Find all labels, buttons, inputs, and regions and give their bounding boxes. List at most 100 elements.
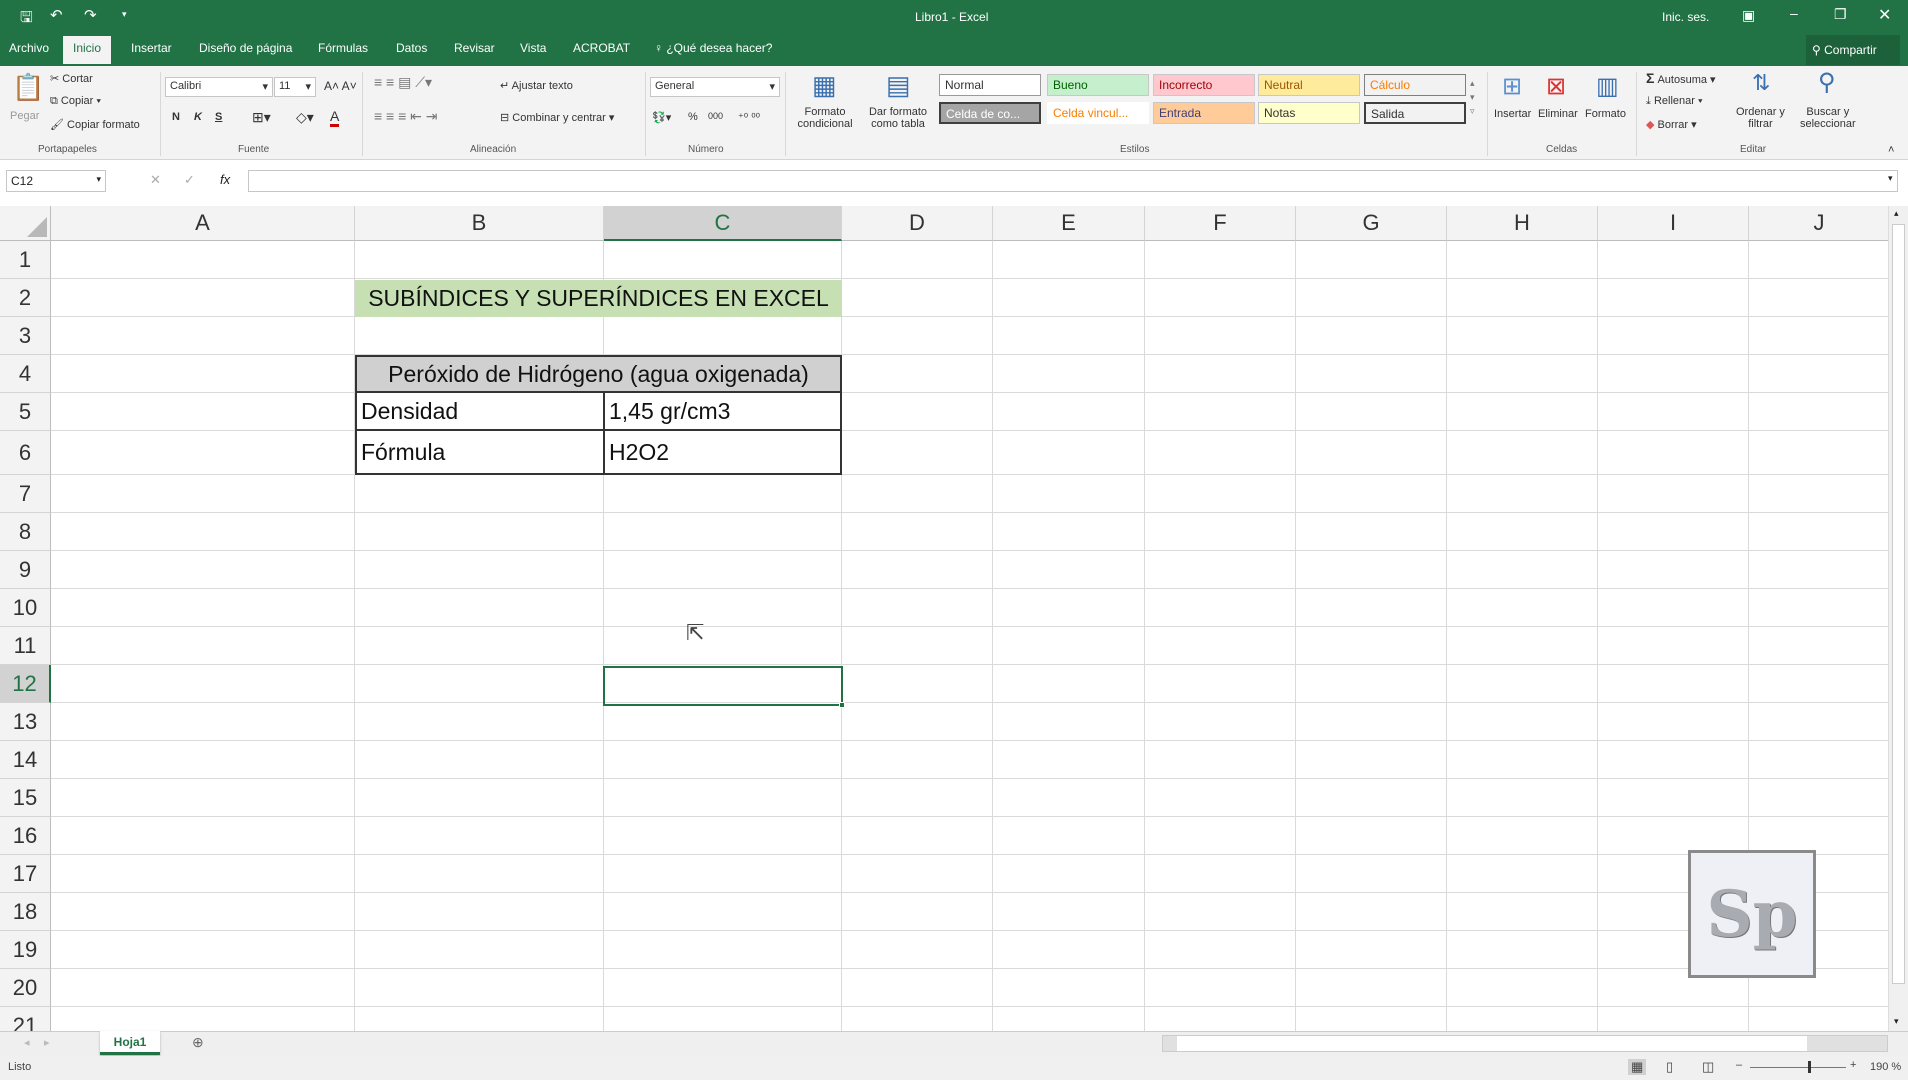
style-celda-vinculada[interactable]: Celda vincul...	[1047, 102, 1149, 124]
row-header-5[interactable]: 5	[0, 393, 51, 431]
cell-B6[interactable]: Fórmula	[355, 431, 605, 475]
select-all-button[interactable]	[0, 206, 51, 241]
horizontal-scrollbar[interactable]	[1162, 1035, 1888, 1052]
font-name-select[interactable]: Calibri ▾	[165, 77, 273, 97]
tab-inicio[interactable]: Inicio	[63, 36, 112, 64]
number-format-select[interactable]: General ▾	[650, 77, 780, 97]
zoom-in-icon[interactable]: +	[1850, 1059, 1856, 1071]
minimize-icon[interactable]: –	[1790, 5, 1798, 21]
collapse-ribbon-icon[interactable]: ˄	[1888, 144, 1894, 156]
row-header-3[interactable]: 3	[0, 317, 51, 355]
tab-vista[interactable]: Vista	[520, 41, 546, 55]
borders-icon[interactable]: ⊞▾	[252, 109, 271, 126]
tell-me-search[interactable]: ♀ ¿Qué desea hacer?	[654, 41, 772, 55]
row-header-6[interactable]: 6	[0, 431, 51, 475]
style-notas[interactable]: Notas	[1258, 102, 1360, 124]
column-header-B[interactable]: B	[355, 206, 604, 241]
horizontal-align-icons[interactable]: ≡ ≡ ≡ ⇤ ⇥	[374, 108, 438, 125]
add-sheet-icon[interactable]: ⊕	[192, 1034, 204, 1051]
row-header-4[interactable]: 4	[0, 355, 51, 393]
style-bueno[interactable]: Bueno	[1047, 74, 1149, 96]
style-neutral[interactable]: Neutral	[1258, 74, 1360, 96]
normal-view-icon[interactable]: ▦	[1628, 1059, 1647, 1075]
cell-B2-title[interactable]: SUBÍNDICES Y SUPERÍNDICES EN EXCEL	[355, 280, 842, 317]
currency-icon[interactable]: 💱▾	[652, 111, 671, 124]
styles-scroll[interactable]: ▴ ▾ ▿	[1470, 76, 1475, 118]
close-icon[interactable]: ✕	[1878, 5, 1891, 25]
clear-button[interactable]: ◆ Borrar ▾	[1646, 118, 1697, 131]
fill-color-icon[interactable]: ◇▾	[296, 109, 314, 126]
tab-insertar[interactable]: Insertar	[131, 41, 172, 55]
increase-font-icon[interactable]: A˄ A˅	[324, 79, 357, 93]
format-cells-button[interactable]: Formato	[1585, 108, 1626, 120]
tab-diseno-pagina[interactable]: Diseño de página	[199, 41, 292, 55]
column-header-H[interactable]: H	[1447, 206, 1598, 241]
font-size-select[interactable]: 11 ▾	[274, 77, 316, 97]
row-header-13[interactable]: 13	[0, 703, 51, 741]
cell-B4-header[interactable]: Peróxido de Hidrógeno (agua oxigenada)	[355, 355, 842, 393]
sort-filter-button[interactable]: Ordenar y filtrar	[1736, 106, 1785, 130]
next-sheet-icon[interactable]: ▸	[44, 1036, 50, 1049]
active-cell-C12[interactable]	[603, 666, 845, 708]
style-calculo[interactable]: Cálculo	[1364, 74, 1466, 96]
column-header-A[interactable]: A	[51, 206, 355, 241]
row-header-15[interactable]: 15	[0, 779, 51, 817]
find-select-button[interactable]: Buscar y seleccionar	[1800, 106, 1856, 130]
tab-archivo[interactable]: Archivo	[9, 41, 49, 55]
row-header-14[interactable]: 14	[0, 741, 51, 779]
redo-icon[interactable]: ↷	[84, 6, 97, 24]
enter-icon[interactable]: ✓	[184, 172, 195, 188]
zoom-out-icon[interactable]: –	[1736, 1059, 1742, 1071]
cancel-icon[interactable]: ✕	[150, 172, 161, 188]
row-header-1[interactable]: 1	[0, 241, 51, 279]
column-header-D[interactable]: D	[842, 206, 993, 241]
row-header-18[interactable]: 18	[0, 893, 51, 931]
italic-button[interactable]: K	[194, 111, 202, 123]
vertical-scroll-thumb[interactable]	[1892, 224, 1905, 984]
customize-qat-icon[interactable]: ▾	[122, 9, 127, 20]
save-icon[interactable]: 🖫	[20, 7, 33, 32]
vertical-align-icons[interactable]: ≡ ≡ ▤ ⟋▾	[374, 74, 432, 91]
row-header-12[interactable]: 12	[0, 665, 51, 703]
insert-cells-button[interactable]: Insertar	[1494, 108, 1531, 120]
fill-handle[interactable]	[839, 702, 845, 708]
cut-button[interactable]: ✂ Cortar	[50, 72, 93, 85]
row-header-11[interactable]: 11	[0, 627, 51, 665]
font-color-icon[interactable]: A	[330, 108, 340, 127]
cell-C5[interactable]: 1,45 gr/cm3	[603, 393, 842, 431]
tab-acrobat[interactable]: ACROBAT	[573, 41, 630, 55]
prev-sheet-icon[interactable]: ◂	[24, 1036, 30, 1049]
row-header-7[interactable]: 7	[0, 475, 51, 513]
decimal-icons[interactable]: ⁺⁰ ⁰⁰	[738, 111, 760, 124]
delete-cells-button[interactable]: Eliminar	[1538, 108, 1578, 120]
row-header-19[interactable]: 19	[0, 931, 51, 969]
name-box[interactable]: C12 ▾	[6, 170, 106, 192]
underline-button[interactable]: S	[215, 111, 222, 123]
tab-revisar[interactable]: Revisar	[454, 41, 495, 55]
tab-datos[interactable]: Datos	[396, 41, 427, 55]
format-painter-button[interactable]: 🖌 Copiar formato	[50, 118, 140, 131]
row-header-16[interactable]: 16	[0, 817, 51, 855]
paste-button[interactable]: Pegar	[10, 110, 39, 122]
column-header-E[interactable]: E	[993, 206, 1145, 241]
tab-formulas[interactable]: Fórmulas	[318, 41, 368, 55]
percent-button[interactable]: %	[688, 111, 698, 123]
column-header-J[interactable]: J	[1749, 206, 1888, 241]
paste-icon[interactable]: 📋	[12, 72, 44, 103]
zoom-level[interactable]: 190 %	[1870, 1061, 1901, 1073]
zoom-slider[interactable]	[1750, 1061, 1846, 1073]
insert-function-button[interactable]: fx	[220, 172, 230, 187]
bold-button[interactable]: N	[172, 111, 180, 123]
scroll-down-icon[interactable]: ▾	[1894, 1016, 1899, 1027]
row-header-10[interactable]: 10	[0, 589, 51, 627]
fill-button[interactable]: ⤓ Rellenar ▾	[1646, 95, 1703, 108]
row-header-9[interactable]: 9	[0, 551, 51, 589]
sheet-tab-hoja1[interactable]: Hoja1	[100, 1031, 160, 1055]
row-header-8[interactable]: 8	[0, 513, 51, 551]
copy-button[interactable]: ⧉ Copiar ▾	[50, 95, 101, 108]
conditional-format-button[interactable]: Formato condicional	[790, 106, 860, 130]
style-salida[interactable]: Salida	[1364, 102, 1466, 124]
row-header-2[interactable]: 2	[0, 279, 51, 317]
style-incorrecto[interactable]: Incorrecto	[1153, 74, 1255, 96]
horizontal-scroll-thumb[interactable]	[1177, 1036, 1807, 1051]
